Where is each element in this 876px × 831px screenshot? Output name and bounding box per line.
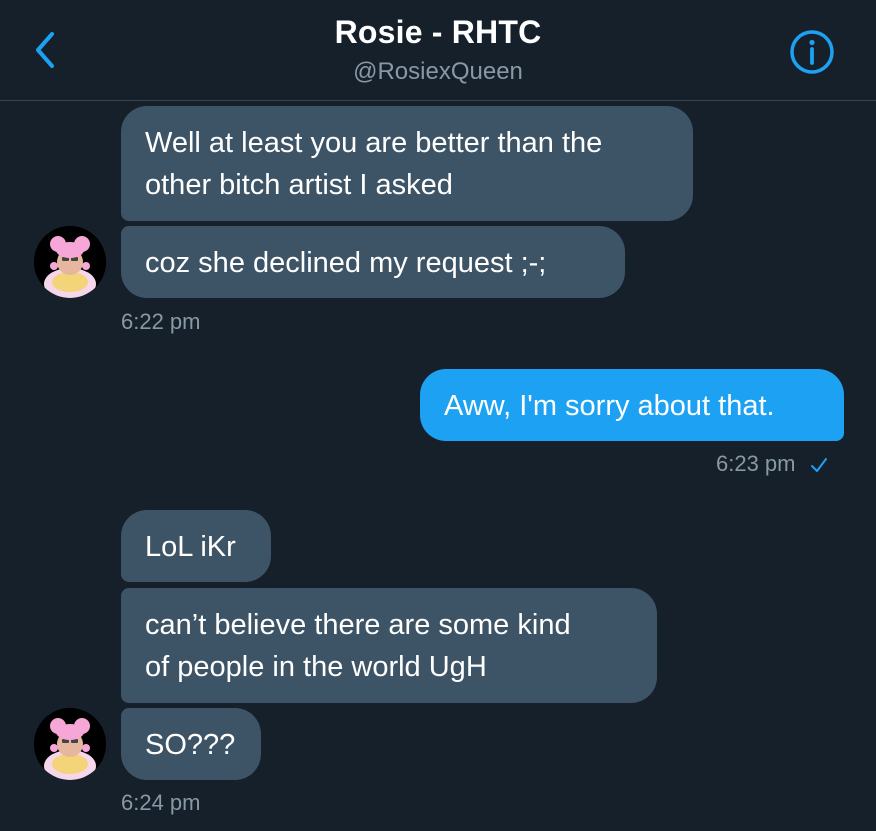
incoming-message[interactable]: can’t believe there are some kind of peo… [121, 588, 657, 703]
message-timestamp: 6:23 pm [716, 451, 828, 477]
info-icon [790, 30, 834, 74]
avatar-image [34, 708, 106, 780]
timestamp-text: 6:23 pm [716, 451, 796, 476]
avatar[interactable] [34, 708, 106, 780]
message-timestamp: 6:24 pm [121, 790, 201, 815]
info-button[interactable] [788, 28, 836, 76]
avatar-image [34, 226, 106, 298]
outgoing-message[interactable]: Aww, I'm sorry about that. [420, 369, 844, 441]
message-timestamp: 6:22 pm [121, 309, 201, 334]
incoming-message[interactable]: SO??? [121, 708, 261, 780]
incoming-message[interactable]: coz she declined my request ;-; [121, 226, 625, 298]
conversation-handle[interactable]: @RosiexQueen [0, 58, 876, 86]
incoming-message[interactable]: LoL iKr [121, 510, 271, 582]
checkmark-icon [810, 458, 827, 473]
avatar[interactable] [34, 226, 106, 298]
conversation-header: Rosie - RHTC @RosiexQueen [0, 0, 876, 101]
incoming-message[interactable]: Well at least you are better than the ot… [121, 106, 693, 221]
conversation-title[interactable]: Rosie - RHTC [0, 14, 876, 51]
